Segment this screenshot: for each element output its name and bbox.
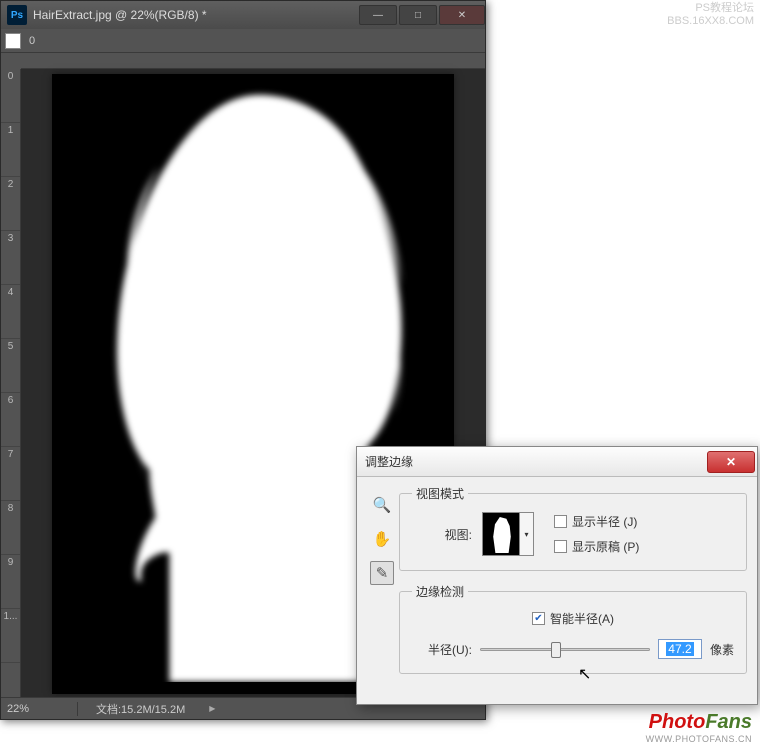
- view-mode-legend: 视图模式: [412, 485, 468, 502]
- smart-radius-label: 智能半径(A): [550, 610, 614, 627]
- radius-slider[interactable]: [480, 640, 650, 658]
- radius-value-input[interactable]: 47.2: [658, 639, 702, 659]
- view-mode-group: 视图模式 视图: ▾ 显示半径 (J) 显示原稿 (: [399, 485, 747, 571]
- ruler-mark: 4: [1, 285, 20, 339]
- watermark-bottom: PhotoFans WWW.PHOTOFANS.CN: [646, 711, 752, 744]
- ruler-mark: 9: [1, 555, 20, 609]
- view-thumbnail[interactable]: [482, 512, 520, 556]
- ps-logo-icon: Ps: [7, 5, 27, 25]
- zoom-tool-icon[interactable]: 🔍: [370, 493, 394, 517]
- ruler-mark: 5: [1, 339, 20, 393]
- checkbox-icon: [554, 515, 567, 528]
- show-radius-checkbox[interactable]: 显示半径 (J): [554, 513, 639, 530]
- maximize-button[interactable]: □: [399, 5, 437, 25]
- minimize-button[interactable]: —: [359, 5, 397, 25]
- show-original-checkbox[interactable]: 显示原稿 (P): [554, 538, 639, 555]
- refine-edge-dialog: 调整边缘 ✕ 🔍 ✋ ✎ 视图模式 视图: ▾: [356, 446, 758, 705]
- ruler-mark: 0: [1, 69, 20, 123]
- dialog-titlebar[interactable]: 调整边缘 ✕: [357, 447, 757, 477]
- view-label: 视图:: [412, 526, 472, 543]
- ruler-horizontal[interactable]: [21, 53, 485, 69]
- ruler-mark: 1: [1, 123, 20, 177]
- hand-tool-icon[interactable]: ✋: [370, 527, 394, 551]
- foreground-swatch[interactable]: [5, 33, 21, 49]
- ruler-mark: 1...: [1, 609, 20, 663]
- ruler-mark: 8: [1, 501, 20, 555]
- dialog-tool-column: 🔍 ✋ ✎: [365, 485, 399, 686]
- options-bar: 0: [1, 29, 485, 53]
- ps-titlebar[interactable]: Ps HairExtract.jpg @ 22%(RGB/8) * — □ ✕: [1, 1, 485, 29]
- document-title: HairExtract.jpg @ 22%(RGB/8) *: [33, 8, 357, 22]
- edge-detection-group: 边缘检测 ✔ 智能半径(A) 半径(U): 47.2 像素: [399, 583, 747, 674]
- ruler-mark: 7: [1, 447, 20, 501]
- show-original-label: 显示原稿 (P): [572, 538, 639, 555]
- dialog-close-button[interactable]: ✕: [707, 451, 755, 473]
- dialog-title: 调整边缘: [365, 453, 707, 470]
- status-menu-icon[interactable]: ▶: [209, 704, 215, 713]
- ruler-mark: 2: [1, 177, 20, 231]
- checkbox-checked-icon: ✔: [532, 612, 545, 625]
- smart-radius-checkbox[interactable]: ✔ 智能半径(A): [412, 610, 734, 627]
- doc-size-label: 文档:15.2M/15.2M: [96, 701, 185, 717]
- refine-brush-tool-icon[interactable]: ✎: [370, 561, 394, 585]
- zoom-level[interactable]: 22%: [7, 703, 59, 715]
- edge-detection-legend: 边缘检测: [412, 583, 468, 600]
- radius-label: 半径(U):: [412, 641, 472, 658]
- show-radius-label: 显示半径 (J): [572, 513, 637, 530]
- watermark-top: PS教程论坛 BBS.16XX8.COM: [667, 2, 754, 28]
- ruler-vertical[interactable]: 0 1 2 3 4 5 6 7 8 9 1...: [1, 69, 21, 697]
- close-button[interactable]: ✕: [439, 5, 485, 25]
- slider-thumb-icon[interactable]: [551, 642, 561, 658]
- ruler-mark: 6: [1, 393, 20, 447]
- ruler-mark: 3: [1, 231, 20, 285]
- toolbar-value: 0: [29, 35, 35, 47]
- view-dropdown-icon[interactable]: ▾: [520, 512, 534, 556]
- radius-unit: 像素: [710, 641, 734, 658]
- checkbox-icon: [554, 540, 567, 553]
